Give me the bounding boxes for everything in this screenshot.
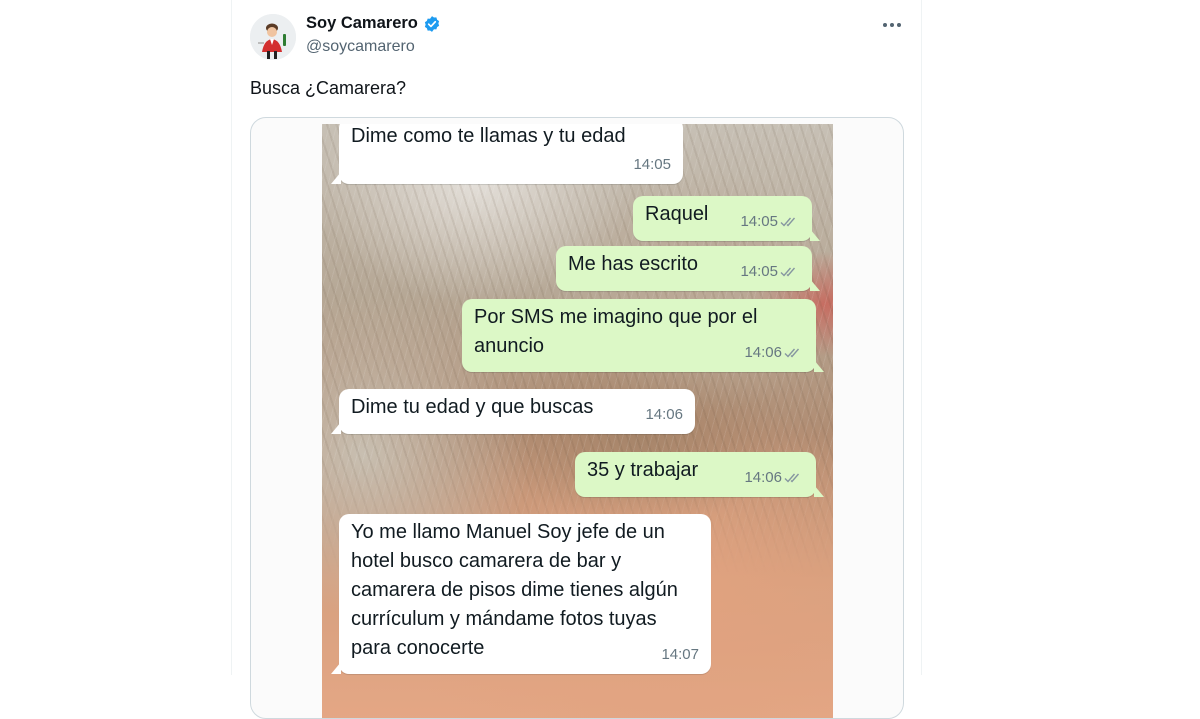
chat-message: Dime como te llamas y tu edad 14:05 (331, 124, 683, 184)
author-name[interactable]: Soy Camarero (306, 14, 441, 33)
double-check-icon (780, 217, 796, 227)
message-text: Dime como te llamas y tu edad (351, 125, 626, 147)
more-options-icon (883, 23, 901, 27)
double-check-icon (784, 473, 800, 483)
author-display-name[interactable]: Soy Camarero (306, 14, 418, 33)
message-text: Dime tu edad y que buscas (351, 396, 594, 418)
message-text: Yo me llamo Manuel Soy jefe de un hotel … (351, 521, 678, 659)
timeline-right-border (921, 0, 922, 675)
chat-message: 35 y trabajar 14:06 (575, 452, 824, 497)
tweet-media-card[interactable]: Dime como te llamas y tu edad 14:05 Raqu… (250, 117, 904, 719)
author-handle[interactable]: @soycamarero (306, 38, 415, 56)
message-time: 14:07 (661, 646, 699, 663)
message-time: 14:06 (744, 463, 804, 492)
chat-message: Yo me llamo Manuel Soy jefe de un hotel … (331, 514, 711, 674)
chat-message: Me has escrito 14:05 (556, 246, 820, 291)
avatar[interactable] (250, 14, 296, 60)
message-time: 14:05 (633, 156, 671, 173)
timeline-left-border (231, 0, 232, 675)
tweet-text: Busca ¿Camarera? (250, 78, 407, 98)
more-options-button[interactable] (880, 14, 904, 36)
double-check-icon (784, 348, 800, 358)
double-check-icon (780, 267, 796, 277)
message-time: 14:05 (740, 207, 800, 236)
chat-message: Por SMS me imagino que por el anuncio 14… (462, 299, 824, 372)
chat-message: Raquel 14:05 (633, 196, 820, 241)
verified-badge-icon (424, 15, 440, 32)
waiter-avatar-icon (250, 14, 296, 60)
chat-screenshot: Dime como te llamas y tu edad 14:05 Raqu… (322, 124, 833, 718)
message-time: 14:06 (645, 406, 683, 423)
message-time: 14:06 (744, 338, 804, 367)
message-time: 14:05 (740, 257, 800, 286)
chat-message: Dime tu edad y que buscas 14:06 (331, 389, 695, 434)
